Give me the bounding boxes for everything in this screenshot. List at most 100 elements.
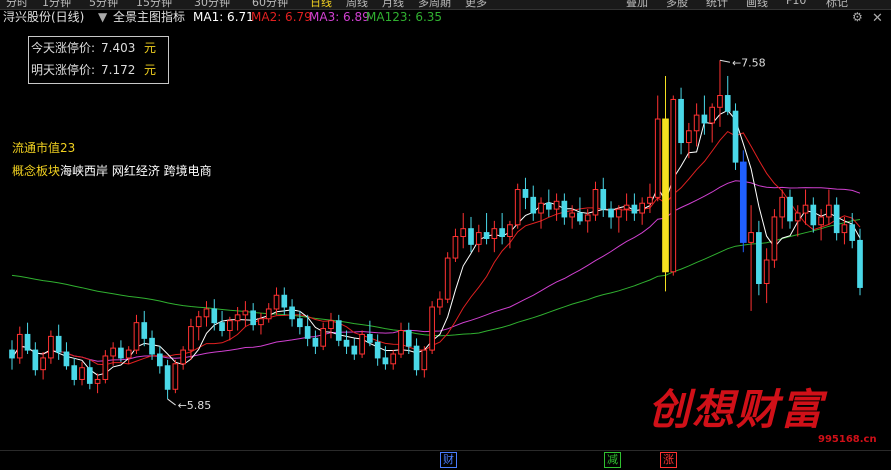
- candle-body: [475, 232, 482, 245]
- candle-body: [335, 320, 342, 341]
- high-pointer: [719, 59, 731, 63]
- candle-body: [289, 306, 295, 320]
- concept-sectors: 概念板块海峡西岸 网红经济 跨境电商: [12, 162, 212, 179]
- candle-body: [149, 337, 155, 355]
- candle-body: [421, 349, 428, 371]
- candle-body: [110, 347, 116, 357]
- candle-body: [219, 322, 225, 332]
- ma123-line: [11, 219, 861, 337]
- candle-body: [9, 349, 15, 359]
- candle-body: [398, 330, 404, 355]
- candle-body: [94, 378, 101, 384]
- candle-body: [265, 308, 272, 320]
- candle-body: [297, 318, 303, 328]
- candle-body: [86, 367, 93, 384]
- candle-body: [250, 310, 257, 326]
- candle-body: [452, 236, 459, 259]
- candle-body: [584, 214, 591, 222]
- concept-label: 概念板块: [12, 164, 61, 178]
- candle-body: [203, 308, 210, 318]
- candle-body: [71, 365, 78, 380]
- candle-body: [787, 196, 793, 222]
- candle-body: [374, 341, 381, 359]
- candle-body: [841, 224, 848, 234]
- candle-body: [320, 328, 327, 347]
- candle-body: [623, 204, 630, 210]
- candle-body: [304, 326, 311, 339]
- candle-body: [561, 200, 568, 218]
- candle-body: [195, 316, 202, 328]
- candle-body: [739, 161, 747, 243]
- tomorrow-limit-unit: 元: [144, 63, 157, 77]
- candle-body: [600, 189, 607, 210]
- candle-body: [608, 208, 614, 218]
- candle-body: [32, 349, 39, 371]
- tomorrow-limit-row: 明天涨停价: 7.172 元: [31, 61, 156, 79]
- candle-body: [55, 335, 62, 353]
- tomorrow-limit-label: 明天涨停价:: [31, 63, 96, 77]
- candle-body: [156, 353, 163, 367]
- candle-body: [273, 294, 280, 310]
- candle-body: [530, 196, 537, 214]
- candle-body: [724, 95, 731, 112]
- high-price-label: ←7.58: [732, 56, 766, 69]
- candle-body: [40, 357, 46, 371]
- candle-body: [125, 349, 132, 359]
- candle-body: [444, 257, 451, 300]
- candle-body: [631, 204, 638, 214]
- candle-body: [678, 98, 684, 144]
- market-cap-value: 23: [60, 141, 76, 155]
- candle-body: [592, 189, 599, 216]
- candle-body: [748, 232, 754, 243]
- candle-body: [429, 306, 435, 351]
- today-limit-row: 今天涨停价: 7.403 元: [31, 39, 156, 57]
- candle-body: [717, 95, 723, 108]
- candle-body: [756, 232, 762, 285]
- candle-body: [413, 345, 420, 371]
- candle-body: [118, 347, 124, 359]
- low-price-label: ←5.85: [178, 399, 212, 412]
- candle-body: [701, 114, 708, 124]
- event-marker-rise[interactable]: 涨: [660, 452, 677, 468]
- candle-body: [211, 308, 218, 324]
- candle-body: [63, 351, 70, 367]
- candle-body: [133, 322, 140, 351]
- market-cap-label: 流通市值: [12, 141, 61, 155]
- candle-body: [553, 200, 560, 210]
- candle-body: [437, 298, 443, 308]
- candle-body: [79, 367, 85, 380]
- candle-body: [818, 216, 824, 226]
- candle-body: [709, 106, 716, 124]
- candle-body: [732, 110, 739, 163]
- candle-body: [312, 337, 319, 347]
- reduce-mark-text: 减: [607, 453, 618, 466]
- candle-body: [514, 189, 521, 226]
- candle-body: [351, 345, 358, 355]
- today-limit-value: 7.403: [101, 41, 136, 55]
- candle-body: [794, 212, 801, 222]
- candle-body: [577, 212, 583, 222]
- concept-value: 海峡西岸 网红经济 跨境电商: [60, 164, 212, 178]
- candle-body: [545, 202, 552, 210]
- candle-body: [647, 196, 653, 204]
- candle-body: [686, 130, 692, 144]
- candle-body: [180, 349, 186, 365]
- candle-body: [569, 212, 575, 218]
- candle-body: [164, 365, 171, 390]
- candle-body: [141, 322, 148, 339]
- today-limit-unit: 元: [144, 41, 157, 55]
- candle-body: [227, 320, 233, 332]
- candle-body: [102, 355, 109, 380]
- watermark-logo: 创想财富: [648, 385, 825, 434]
- candle-body: [24, 333, 31, 351]
- candle-body: [654, 118, 661, 198]
- rise-mark-text: 涨: [663, 453, 674, 466]
- candle-body: [849, 224, 856, 241]
- candle-body: [771, 216, 778, 261]
- candle-body: [491, 228, 498, 239]
- finance-mark-text: 财: [443, 453, 454, 466]
- candle-body: [48, 335, 54, 359]
- candle-body: [390, 353, 397, 365]
- event-marker-finance[interactable]: 财: [440, 452, 457, 468]
- event-marker-reduce[interactable]: 减: [604, 452, 621, 468]
